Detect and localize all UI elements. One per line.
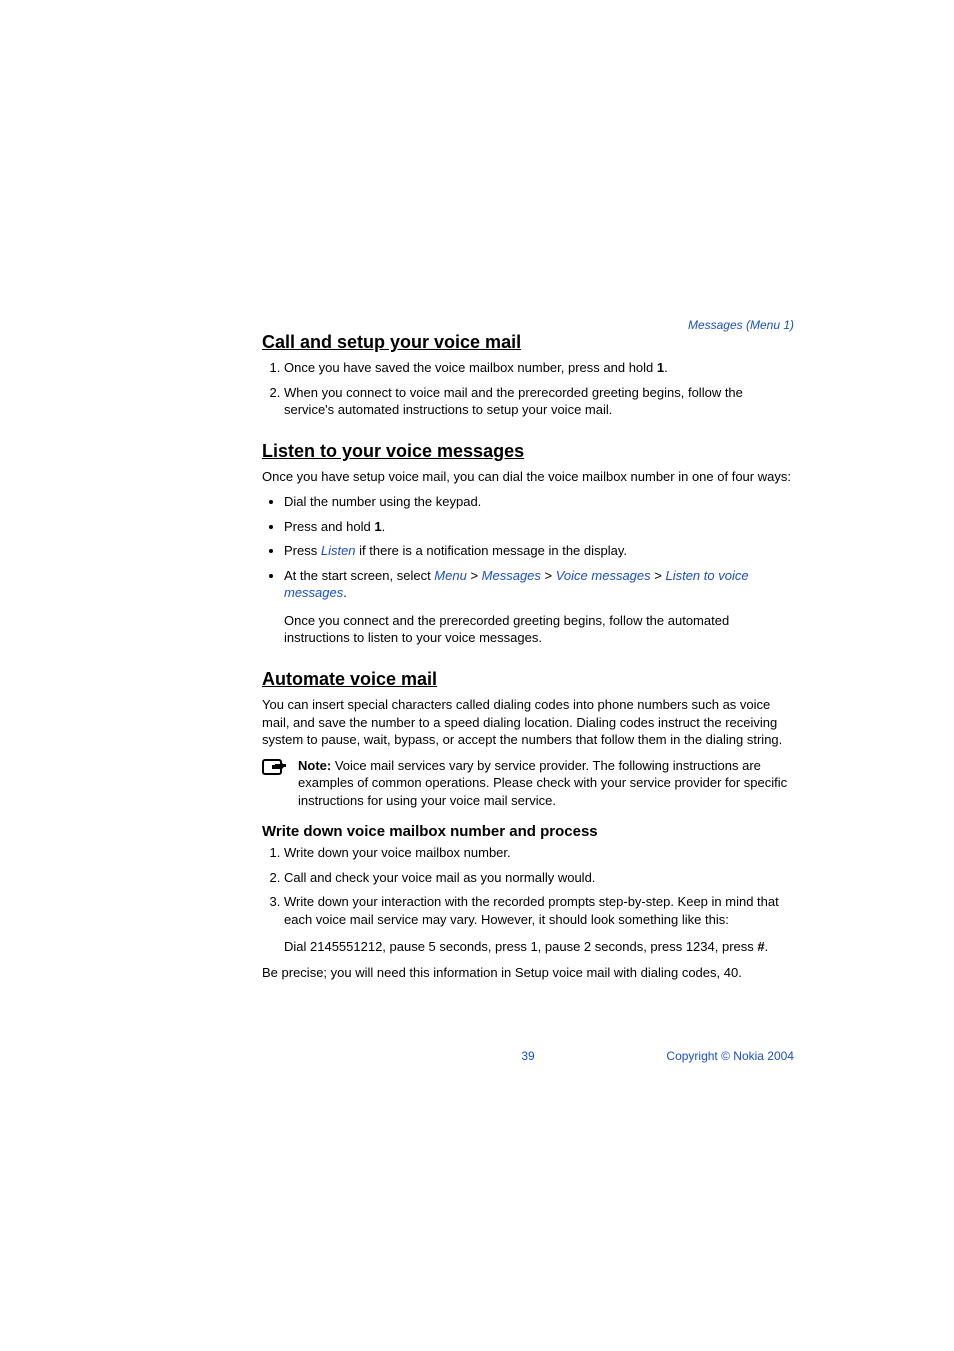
text: . [343, 585, 347, 600]
key-1: 1 [374, 519, 381, 534]
note-label: Note: [298, 758, 331, 773]
text: . [382, 519, 386, 534]
key-hash: # [757, 939, 764, 954]
text: Dial 2145551212, pause 5 seconds, press … [284, 939, 757, 954]
section-listen-title: Listen to your voice messages [262, 441, 794, 462]
step-item: Write down your interaction with the rec… [284, 893, 794, 956]
step-item: When you connect to voice mail and the p… [284, 384, 794, 419]
note-block: Note: Voice mail services vary by servic… [262, 757, 794, 810]
sep: > [467, 568, 482, 583]
menu-path-voice-messages[interactable]: Voice messages [556, 568, 651, 583]
text: if there is a notification message in th… [356, 543, 627, 558]
listen-link[interactable]: Listen [321, 543, 356, 558]
list-item: At the start screen, select Menu > Messa… [284, 567, 794, 647]
text: Write down your interaction with the rec… [284, 894, 779, 927]
subsection-write-down-title: Write down voice mailbox number and proc… [262, 823, 794, 840]
list-item: Press Listen if there is a notification … [284, 542, 794, 560]
note-body: Voice mail services vary by service prov… [298, 758, 787, 808]
text: Press and hold [284, 519, 374, 534]
text: . [664, 360, 668, 375]
sep: > [541, 568, 556, 583]
main-content: Call and setup your voice mail Once you … [262, 332, 794, 982]
note-icon [262, 759, 288, 786]
listen-tail: Once you connect and the prerecorded gre… [284, 612, 794, 647]
text: Press [284, 543, 321, 558]
section-call-setup-title: Call and setup your voice mail [262, 332, 794, 353]
step-item: Call and check your voice mail as you no… [284, 869, 794, 887]
list-item: Press and hold 1. [284, 518, 794, 536]
section-automate-title: Automate voice mail [262, 669, 794, 690]
note-text: Note: Voice mail services vary by servic… [298, 757, 794, 810]
text: At the start screen, select [284, 568, 434, 583]
copyright: Copyright © Nokia 2004 [617, 1049, 794, 1063]
page-footer: 39 Copyright © Nokia 2004 [262, 1049, 794, 1063]
step-item: Write down your voice mailbox number. [284, 844, 794, 862]
header-breadcrumb[interactable]: Messages (Menu 1) [688, 318, 794, 332]
menu-path-messages[interactable]: Messages [482, 568, 541, 583]
section-listen-intro: Once you have setup voice mail, you can … [262, 468, 794, 486]
menu-path-menu[interactable]: Menu [434, 568, 467, 583]
closing-note: Be precise; you will need this informati… [262, 964, 794, 982]
step-item: Once you have saved the voice mailbox nu… [284, 359, 794, 377]
section-call-setup-steps: Once you have saved the voice mailbox nu… [262, 359, 794, 419]
sep: > [651, 568, 666, 583]
example-dial-string: Dial 2145551212, pause 5 seconds, press … [284, 938, 794, 956]
text: . [765, 939, 769, 954]
list-item: Dial the number using the keypad. [284, 493, 794, 511]
subsection-write-down-steps: Write down your voice mailbox number. Ca… [262, 844, 794, 956]
section-listen-bullets: Dial the number using the keypad. Press … [262, 493, 794, 647]
page-number: 39 [439, 1049, 616, 1063]
section-automate-intro: You can insert special characters called… [262, 696, 794, 749]
text: Once you have saved the voice mailbox nu… [284, 360, 657, 375]
